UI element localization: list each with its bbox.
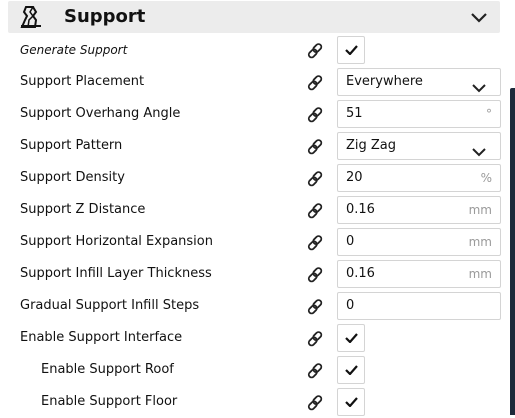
link-icon[interactable] (307, 74, 325, 92)
setting-label: Enable Support Floor (41, 394, 178, 409)
link-icon[interactable] (307, 330, 325, 348)
category-title: Support (64, 6, 146, 27)
link-icon[interactable] (307, 138, 325, 156)
setting-label: Support Horizontal Expansion (20, 234, 213, 249)
setting-label: Support Infill Layer Thickness (20, 266, 212, 281)
chevron-down-icon (472, 142, 486, 161)
link-icon[interactable] (307, 298, 325, 316)
link-icon[interactable] (307, 362, 325, 380)
setting-dropdown[interactable]: Everywhere (337, 68, 501, 96)
link-icon[interactable] (307, 266, 325, 284)
setting-value: 0 (346, 234, 355, 249)
setting-value: Zig Zag (346, 138, 397, 153)
setting-checkbox[interactable] (337, 324, 365, 352)
setting-row-support-infill-layer-thickness: Support Infill Layer Thickness 0.16 mm (0, 258, 515, 290)
link-icon[interactable] (307, 202, 325, 220)
link-icon[interactable] (307, 170, 325, 188)
chevron-down-icon (472, 78, 486, 97)
setting-value: 0.16 (346, 202, 375, 217)
setting-label: Generate Support (20, 43, 128, 57)
setting-row-generate-support: Generate Support (0, 34, 515, 66)
setting-input[interactable]: 0 mm (337, 228, 501, 256)
support-category-icon (20, 6, 42, 28)
setting-unit: mm (468, 235, 492, 249)
setting-row-support-horizontal-expansion: Support Horizontal Expansion 0 mm (0, 226, 515, 258)
link-icon[interactable] (307, 106, 325, 124)
setting-row-support-overhang-angle: Support Overhang Angle 51 ° (0, 98, 515, 130)
link-icon[interactable] (307, 394, 325, 412)
setting-row-support-z-distance: Support Z Distance 0.16 mm (0, 194, 515, 226)
setting-unit: ° (486, 107, 492, 121)
scrollbar[interactable] (510, 88, 515, 415)
setting-input[interactable]: 51 ° (337, 100, 501, 128)
setting-input[interactable]: 0.16 mm (337, 260, 501, 288)
setting-label: Gradual Support Infill Steps (20, 298, 200, 313)
setting-label: Support Density (20, 170, 125, 185)
setting-value: 20 (346, 170, 363, 185)
setting-row-enable-support-interface: Enable Support Interface (0, 322, 515, 354)
setting-label: Support Z Distance (20, 202, 146, 217)
setting-label: Support Pattern (20, 138, 123, 153)
setting-checkbox[interactable] (337, 36, 365, 64)
setting-unit: mm (468, 267, 492, 281)
setting-value: 51 (346, 106, 363, 121)
setting-label: Support Overhang Angle (20, 106, 181, 121)
link-icon[interactable] (307, 234, 325, 252)
setting-value: 0 (346, 298, 355, 313)
setting-label: Enable Support Interface (20, 330, 183, 345)
chevron-down-icon[interactable] (470, 10, 488, 24)
setting-input[interactable]: 20% (337, 164, 501, 192)
setting-row-enable-support-floor: Enable Support Floor (0, 386, 515, 418)
setting-row-gradual-support-infill-steps: Gradual Support Infill Steps 0 (0, 290, 515, 322)
setting-checkbox[interactable] (337, 388, 365, 416)
link-icon[interactable] (307, 42, 325, 60)
setting-label: Enable Support Roof (41, 362, 174, 377)
setting-row-support-pattern: Support Pattern Zig Zag (0, 130, 515, 162)
setting-checkbox[interactable] (337, 356, 365, 384)
setting-input[interactable]: 0.16 mm (337, 196, 501, 224)
setting-unit: % (480, 171, 492, 185)
setting-value: Everywhere (346, 74, 423, 89)
setting-label: Support Placement (20, 74, 145, 89)
setting-input[interactable]: 0 (337, 292, 501, 320)
setting-dropdown[interactable]: Zig Zag (337, 132, 501, 160)
setting-row-support-density: Support Density 20% (0, 162, 515, 194)
setting-unit: mm (468, 203, 492, 217)
setting-value: 0.16 (346, 266, 375, 281)
support-category-header[interactable]: Support (8, 1, 500, 33)
setting-row-support-placement: Support Placement Everywhere (0, 66, 515, 98)
setting-row-enable-support-roof: Enable Support Roof (0, 354, 515, 386)
